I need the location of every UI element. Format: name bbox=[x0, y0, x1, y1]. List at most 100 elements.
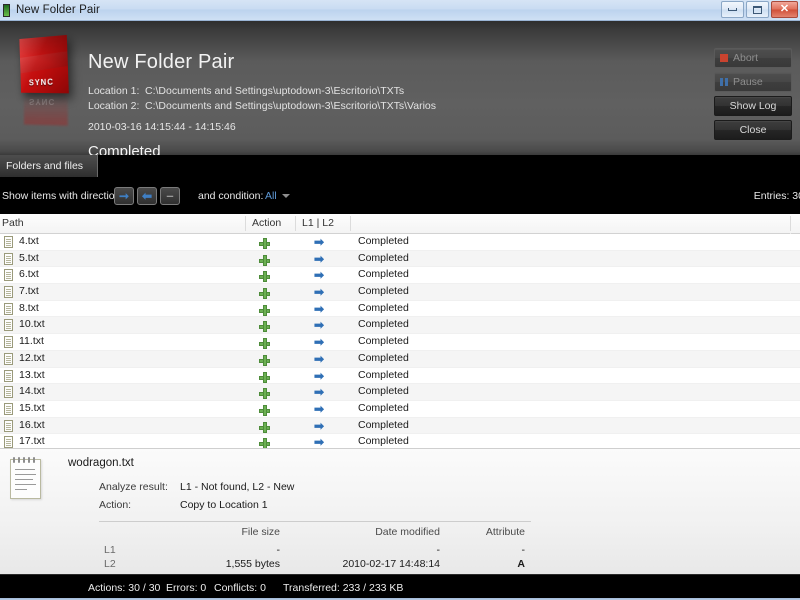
cell-status: Completed bbox=[358, 235, 409, 247]
close-button[interactable]: Close bbox=[714, 120, 792, 140]
location-2-row: Location 2: C:\Documents and Settings\upt… bbox=[88, 100, 436, 112]
analyze-result-value: L1 - Not found, L2 - New bbox=[180, 481, 295, 493]
job-status: Completed bbox=[88, 143, 161, 155]
table-row[interactable]: 11.txt ➡ Completed bbox=[0, 334, 800, 351]
cell-path: 16.txt bbox=[19, 418, 45, 431]
window-title: New Folder Pair bbox=[16, 4, 100, 16]
window-titlebar: New Folder Pair ✕ bbox=[0, 0, 800, 21]
tab-strip: Folders and files bbox=[0, 155, 800, 178]
show-log-button-label: Show Log bbox=[729, 100, 777, 112]
maximize-button[interactable] bbox=[746, 1, 769, 18]
pause-button[interactable]: Pause bbox=[714, 72, 792, 92]
status-conflicts: Conflicts: 0 bbox=[214, 582, 266, 594]
table-row[interactable]: 8.txt ➡ Completed bbox=[0, 300, 800, 318]
analyze-result-label: Analyze result: bbox=[99, 481, 168, 493]
cell-path: 10.txt bbox=[19, 318, 45, 331]
table-row[interactable]: 17.txt ➡ Completed bbox=[0, 434, 800, 448]
cell-path: 17.txt bbox=[19, 435, 45, 448]
cell-path: 15.txt bbox=[19, 401, 45, 414]
application-window: New Folder Pair ✕ SYNC SYNC New Folder P… bbox=[0, 0, 800, 600]
table-row[interactable]: 4.txt ➡ Completed bbox=[0, 234, 800, 251]
show-log-button[interactable]: Show Log bbox=[714, 96, 792, 116]
detail-l1-date-modified: - bbox=[436, 544, 441, 556]
column-divider[interactable] bbox=[790, 216, 791, 231]
column-header-path[interactable]: Path bbox=[2, 217, 24, 229]
cell-status: Completed bbox=[358, 335, 409, 348]
add-plus-icon bbox=[259, 338, 270, 350]
notepad-spiral bbox=[13, 457, 38, 463]
add-plus-icon bbox=[259, 354, 270, 366]
table-row[interactable]: 14.txt ➡ Completed bbox=[0, 384, 800, 401]
status-actions: Actions: 30 / 30 bbox=[88, 582, 161, 594]
text-file-icon bbox=[4, 436, 13, 448]
detail-column-date-modified: Date modified bbox=[375, 526, 440, 538]
table-row[interactable]: 12.txt ➡ Completed bbox=[0, 350, 800, 368]
table-row[interactable]: 10.txt ➡ Completed bbox=[0, 317, 800, 335]
column-divider[interactable] bbox=[295, 216, 296, 231]
detail-l2-date-modified: 2010-02-17 14:48:14 bbox=[342, 558, 441, 570]
table-row[interactable]: 13.txt ➡ Completed bbox=[0, 367, 800, 385]
table-row[interactable]: 7.txt ➡ Completed bbox=[0, 284, 800, 301]
column-header-l1-l2[interactable]: L1 | L2 bbox=[302, 217, 334, 229]
table-row[interactable]: 16.txt ➡ Completed bbox=[0, 417, 800, 435]
table-header-row: Path Action L1 | L2 bbox=[0, 214, 800, 234]
chevron-down-icon[interactable] bbox=[282, 194, 290, 198]
detail-action-value: Copy to Location 1 bbox=[180, 499, 268, 511]
text-file-icon bbox=[4, 302, 13, 315]
text-file-icon bbox=[4, 319, 13, 332]
filter-direction-none-button[interactable]: – bbox=[160, 187, 180, 205]
page-title: New Folder Pair bbox=[88, 51, 235, 73]
filter-direction-right-button[interactable]: ➞ bbox=[114, 187, 134, 205]
add-plus-icon bbox=[259, 404, 270, 416]
arrow-right-icon: ➡ bbox=[314, 401, 325, 416]
job-timestamp: 2010-03-16 14:15:44 - 14:15:46 bbox=[88, 121, 236, 133]
text-file-icon bbox=[4, 236, 13, 248]
detail-row-label-l2: L2 bbox=[104, 558, 116, 570]
abort-button[interactable]: Abort bbox=[714, 48, 792, 68]
column-divider[interactable] bbox=[350, 216, 351, 231]
tab-folders-and-files[interactable]: Folders and files bbox=[0, 155, 98, 177]
table-row[interactable]: 15.txt ➡ Completed bbox=[0, 400, 800, 418]
filter-direction-left-button[interactable]: ⬅ bbox=[137, 187, 157, 205]
condition-filter-value[interactable]: All bbox=[265, 190, 277, 202]
arrow-right-icon: ➡ bbox=[314, 285, 325, 300]
arrow-left-icon: ⬅ bbox=[141, 189, 153, 203]
condition-filter-label: and condition: bbox=[198, 190, 264, 202]
detail-column-attribute: Attribute bbox=[485, 526, 525, 538]
cell-status: Completed bbox=[358, 418, 409, 431]
text-file-icon bbox=[4, 336, 13, 349]
location-2-label: Location 2: bbox=[88, 100, 140, 112]
add-plus-icon bbox=[259, 288, 270, 300]
job-header: SYNC SYNC New Folder Pair Location 1: C:\… bbox=[0, 21, 800, 155]
detail-l1-file-size: - bbox=[276, 544, 281, 556]
cell-path: 4.txt bbox=[19, 235, 39, 247]
close-button-label: Close bbox=[739, 124, 767, 136]
table-row[interactable]: 5.txt ➡ Completed bbox=[0, 250, 800, 268]
add-plus-icon bbox=[259, 254, 270, 266]
detail-l1-attribute: - bbox=[521, 544, 526, 556]
text-file-icon bbox=[10, 457, 41, 499]
tab-label: Folders and files bbox=[6, 160, 84, 172]
arrow-right-icon: ➡ bbox=[314, 368, 325, 383]
close-window-button[interactable]: ✕ bbox=[771, 1, 798, 18]
cell-status: Completed bbox=[358, 251, 409, 264]
cell-status: Completed bbox=[358, 401, 409, 414]
minimize-button[interactable] bbox=[721, 1, 744, 18]
cell-status: Completed bbox=[358, 301, 409, 314]
add-plus-icon bbox=[259, 271, 270, 283]
column-header-action[interactable]: Action bbox=[252, 217, 281, 229]
cell-status: Completed bbox=[358, 285, 409, 298]
detail-table-rule bbox=[99, 521, 531, 522]
text-file-icon bbox=[4, 286, 13, 299]
detail-l2-file-size: 1,555 bytes bbox=[225, 558, 280, 570]
filter-bar: Show items with direction: ➞ ⬅ – and con… bbox=[0, 178, 800, 214]
table-row[interactable]: 6.txt ➡ Completed bbox=[0, 267, 800, 285]
pause-button-label: Pause bbox=[733, 76, 763, 88]
cell-path: 7.txt bbox=[19, 285, 39, 298]
column-divider[interactable] bbox=[245, 216, 246, 231]
cell-status: Completed bbox=[358, 351, 409, 364]
add-plus-icon bbox=[259, 421, 270, 433]
add-plus-icon bbox=[259, 321, 270, 333]
add-plus-icon bbox=[259, 304, 270, 316]
cell-path: 6.txt bbox=[19, 268, 39, 281]
